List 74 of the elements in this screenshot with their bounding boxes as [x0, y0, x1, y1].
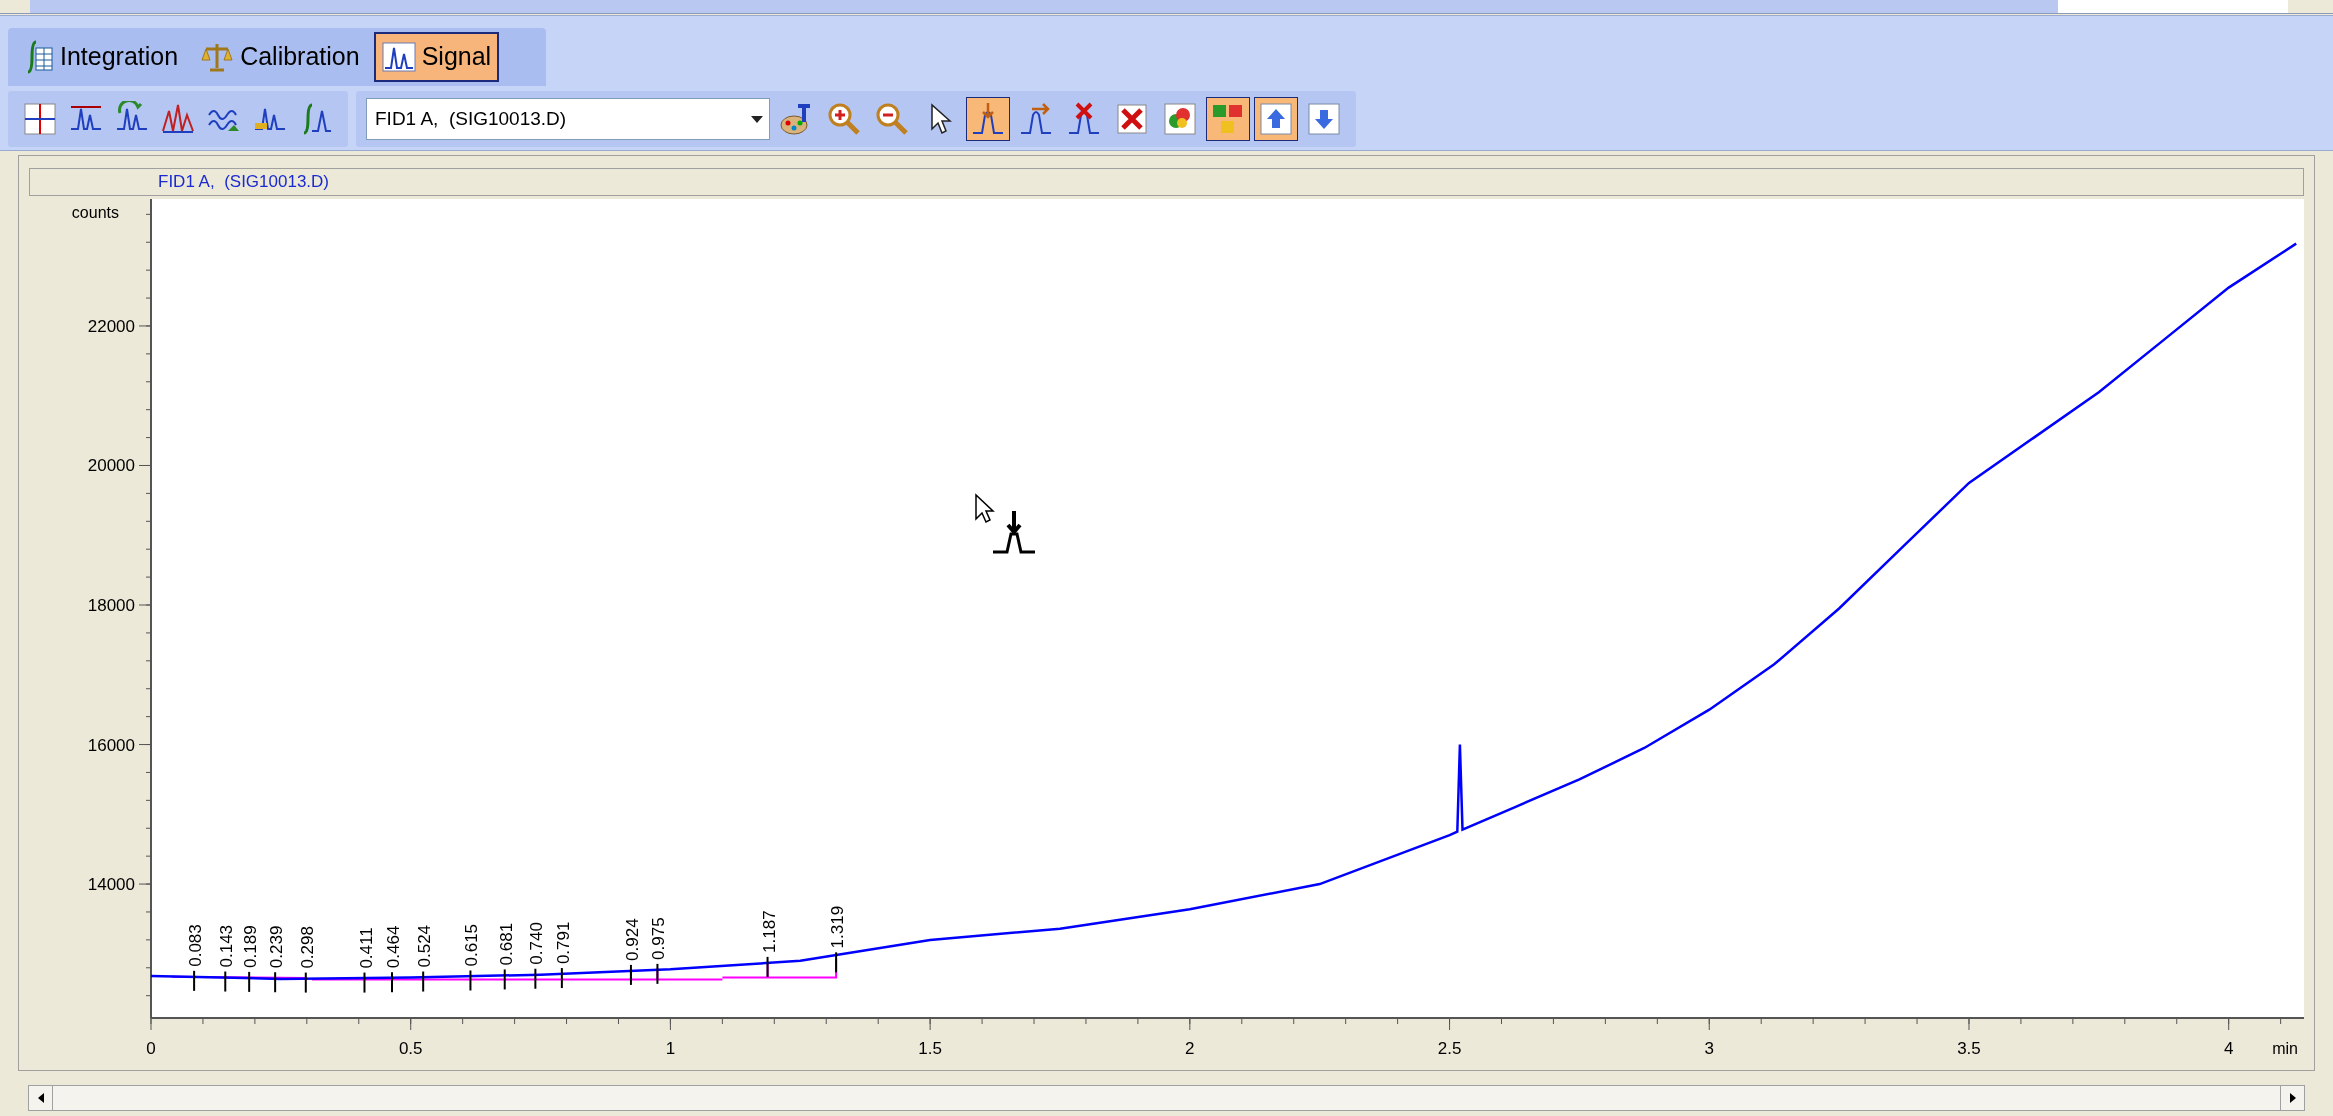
x-tick-label: 3.5 — [1957, 1039, 1981, 1056]
x-tick-label: 1.5 — [918, 1039, 942, 1056]
x-tick-label: 4 — [2223, 1039, 2234, 1056]
top-scrollbar[interactable] — [0, 0, 2333, 14]
mouse-pointer-icon — [975, 493, 995, 524]
arrow-down-icon — [1306, 101, 1342, 137]
retention-time-label: 0.143 — [217, 924, 237, 968]
y-tick-label: 16000 — [87, 735, 135, 755]
retention-time-label: 0.524 — [415, 924, 435, 968]
peak-marker — [629, 963, 632, 986]
peak-marker — [363, 971, 366, 994]
toolbar-button[interactable] — [1254, 97, 1298, 141]
peak-marker — [656, 962, 659, 985]
peak-marker — [766, 955, 769, 978]
peak-marker — [391, 971, 393, 994]
peak-marker — [248, 970, 251, 993]
peak-marker — [304, 971, 307, 994]
y-tick-label: 22000 — [87, 316, 135, 336]
peak-marker — [274, 971, 277, 994]
retention-time-label: 0.681 — [496, 922, 516, 966]
x-tick-label: 1 — [665, 1039, 676, 1056]
tab[interactable]: Calibration — [192, 32, 368, 82]
peak-marker — [193, 969, 196, 992]
arrow-up-icon — [1258, 101, 1294, 137]
tab[interactable]: Signal — [373, 32, 500, 82]
x-tick-label: 2.5 — [1437, 1039, 1462, 1056]
peak-arrow-right-icon — [1018, 101, 1054, 137]
tab[interactable]: Integration — [16, 32, 187, 82]
y-tick-label: 20000 — [87, 456, 135, 476]
peak-cross-icon — [1066, 101, 1102, 137]
x-tick-label: 0 — [146, 1039, 156, 1056]
retention-time-label: 0.083 — [186, 924, 206, 967]
peak-marker — [469, 969, 472, 992]
peak-marker — [534, 967, 537, 990]
retention-time-label: 0.239 — [267, 925, 287, 969]
signal-dropdown[interactable]: FID1 A, (SIG10013.D) — [366, 98, 770, 140]
retention-time-label: 1.187 — [759, 910, 779, 953]
peak-arrow-down-icon — [970, 101, 1006, 137]
chart-title: FID1 A, (SIG10013.D) — [158, 171, 329, 194]
retention-time-label: 0.189 — [241, 925, 261, 968]
y-tick-label: 14000 — [87, 875, 135, 895]
y-tick-label: 18000 — [87, 596, 135, 615]
peak-marker — [835, 951, 838, 974]
peak-marker — [422, 970, 425, 993]
dropdown-value: FID1 A, (SIG10013.D) — [375, 106, 568, 131]
y-axis-unit: counts — [71, 204, 119, 221]
retention-time-label: 0.975 — [649, 917, 669, 960]
zoom-in-icon — [826, 101, 862, 137]
baseline-grid-icon — [22, 101, 58, 137]
retention-time-label: 0.791 — [553, 921, 573, 965]
x-tick-label: 2 — [1185, 1039, 1195, 1056]
caret-icon — [751, 115, 763, 123]
scroll-right-icon — [2287, 1092, 2298, 1104]
x-tick-label: 3 — [1704, 1039, 1714, 1056]
peak-marker — [560, 967, 563, 990]
delete-icon — [1114, 101, 1150, 137]
x-tick-label: 0.5 — [398, 1039, 423, 1056]
retention-time-label: 0.740 — [527, 922, 547, 965]
x-axis-unit: min — [2272, 1040, 2298, 1056]
color-circles-icon — [1162, 101, 1198, 137]
retention-time-label: 0.411 — [356, 927, 376, 969]
peak-marker — [224, 970, 227, 993]
zoom-out-icon — [874, 101, 910, 137]
peak-cursor-icon — [993, 509, 1035, 554]
toolbar-button[interactable] — [966, 97, 1010, 141]
bottom-scrollbar[interactable] — [28, 1085, 2305, 1111]
retention-time-label: 0.298 — [297, 926, 317, 969]
retention-time-label: 0.615 — [462, 923, 482, 967]
signal-peaks-icon — [381, 42, 416, 72]
retention-time-label: 0.924 — [622, 918, 642, 961]
toolbar-button[interactable] — [1206, 97, 1250, 141]
retention-time-label: 1.319 — [828, 905, 848, 949]
retention-time-label: 0.464 — [384, 925, 403, 969]
peak-marker — [503, 968, 506, 991]
